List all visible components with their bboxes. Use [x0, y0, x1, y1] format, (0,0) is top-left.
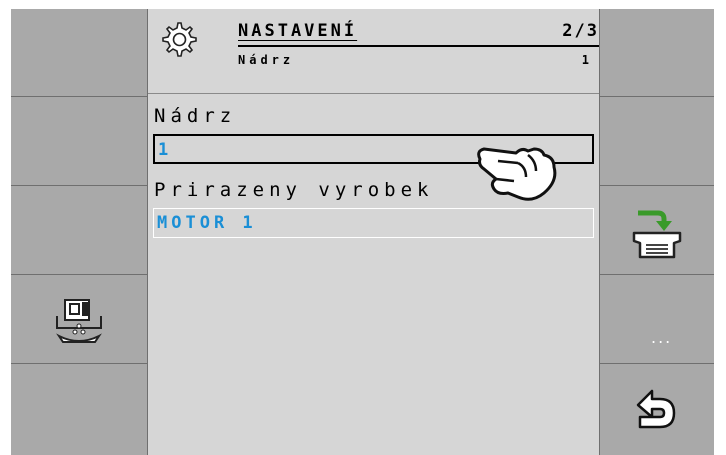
page-subtitle-value: 1	[581, 53, 589, 67]
terminal-frame: NASTAVENÍ 2/3 Nádrz 1 Nádrz 1 Prirazeny …	[11, 9, 714, 455]
assigned-product-label: Prirazeny vyrobek	[154, 179, 434, 201]
tank-label: Nádrz	[154, 105, 237, 127]
softkey-left-4[interactable]	[11, 276, 147, 364]
softkey-right-5[interactable]	[600, 365, 714, 455]
page-title: NASTAVENÍ	[238, 21, 358, 41]
page-indicator: 2/3	[562, 21, 599, 41]
softkey-right-2[interactable]	[600, 98, 714, 186]
softkey-left-3[interactable]	[11, 187, 147, 275]
tank-transfer-icon	[632, 210, 682, 259]
page-subtitle: Nádrz	[238, 53, 295, 67]
back-icon	[636, 389, 676, 429]
softkey-right-4[interactable]: ...	[600, 276, 714, 364]
page-header: NASTAVENÍ 2/3 Nádrz 1	[148, 9, 599, 94]
softkey-left-1[interactable]	[11, 9, 147, 97]
header-divider	[238, 45, 599, 47]
more-icon: ...	[651, 328, 673, 347]
softkey-right-3[interactable]	[600, 187, 714, 275]
main-panel: NASTAVENÍ 2/3 Nádrz 1 Nádrz 1 Prirazeny …	[147, 9, 600, 455]
softkey-left-2[interactable]	[11, 98, 147, 186]
softkey-right-1[interactable]	[600, 9, 714, 97]
hopper-dosing-icon	[56, 299, 102, 343]
softkey-left-5[interactable]	[11, 365, 147, 455]
assigned-product-field[interactable]: MOTOR 1	[153, 208, 594, 238]
gear-icon	[162, 22, 197, 57]
touch-hand-icon	[477, 147, 557, 201]
